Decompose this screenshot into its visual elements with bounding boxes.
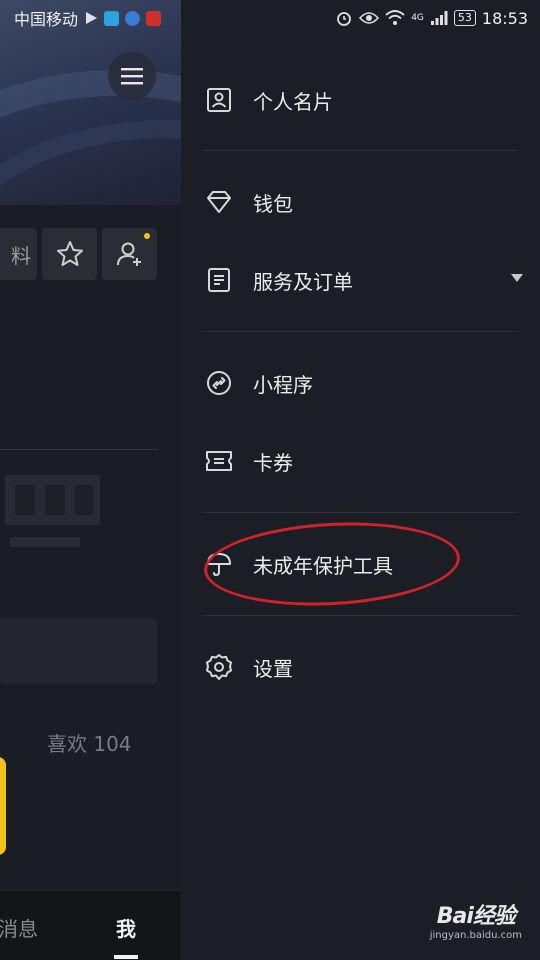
content-card[interactable] bbox=[0, 618, 157, 684]
add-user-icon bbox=[116, 242, 141, 266]
nav-me[interactable]: 我 bbox=[116, 913, 136, 942]
drawer-item-settings[interactable]: 设置 bbox=[203, 637, 523, 697]
huawei-icon bbox=[146, 10, 162, 26]
bottom-navigation: 消息 我 bbox=[0, 890, 181, 960]
divider bbox=[0, 449, 158, 450]
drawer-item-mini-programs[interactable]: 小程序 bbox=[203, 353, 523, 413]
status-bar: 中国移动 4G 53 18:53 bbox=[0, 0, 540, 36]
diamond-wallet-icon bbox=[203, 186, 235, 218]
divider bbox=[203, 615, 517, 616]
drawer-item-business-card[interactable]: 个人名片 bbox=[203, 70, 523, 130]
play-icon bbox=[86, 12, 98, 24]
nav-messages[interactable]: 消息 bbox=[0, 913, 38, 942]
star-icon bbox=[56, 241, 83, 266]
floating-yellow-tab[interactable] bbox=[0, 757, 6, 855]
menu-button[interactable] bbox=[108, 52, 156, 100]
link-icon bbox=[203, 367, 235, 399]
profile-page-background: 料 喜欢 104 消息 我 bbox=[0, 0, 181, 960]
gear-icon bbox=[203, 651, 235, 683]
drawer-item-label: 服务及订单 bbox=[253, 269, 353, 294]
divider bbox=[203, 512, 517, 513]
baidu-jingyan-watermark: Bai经验 jingyan.baidu.com bbox=[430, 898, 522, 941]
favorites-button[interactable] bbox=[42, 228, 97, 280]
dimmed-logo-graphic bbox=[5, 475, 100, 547]
wifi-icon bbox=[385, 10, 405, 25]
edit-profile-label: 料 bbox=[11, 243, 31, 268]
hamburger-icon bbox=[121, 68, 143, 85]
carrier-name: 中国移动 bbox=[14, 10, 79, 29]
clock: 18:53 bbox=[481, 8, 528, 28]
drawer-item-label: 设置 bbox=[253, 656, 293, 681]
order-list-icon bbox=[203, 264, 235, 296]
eye-icon bbox=[359, 12, 380, 24]
drawer-item-label: 个人名片 bbox=[253, 89, 333, 114]
browser-icon bbox=[125, 10, 141, 26]
signal-icon bbox=[430, 11, 448, 25]
drawer-item-label: 小程序 bbox=[253, 372, 313, 397]
watermark-brand: Bai经验 bbox=[436, 904, 516, 929]
drawer-item-coupons[interactable]: 卡券 bbox=[203, 431, 523, 491]
network-type-badge: 4G bbox=[411, 13, 424, 23]
nav-active-indicator bbox=[114, 955, 138, 959]
drawer-item-label: 钱包 bbox=[253, 191, 293, 216]
likes-tab[interactable]: 喜欢 104 bbox=[47, 728, 132, 757]
drawer-item-label: 卡券 bbox=[253, 450, 293, 475]
add-friend-button[interactable] bbox=[102, 228, 157, 280]
watermark-url: jingyan.baidu.com bbox=[429, 930, 522, 941]
divider bbox=[203, 150, 517, 151]
edit-profile-button[interactable]: 料 bbox=[0, 228, 37, 280]
telegram-icon bbox=[104, 10, 120, 26]
chevron-down-icon[interactable] bbox=[511, 274, 523, 282]
divider bbox=[203, 331, 517, 332]
drawer-item-wallet[interactable]: 钱包 bbox=[203, 172, 523, 232]
side-drawer: 个人名片 钱包 服务及订单 小程序 卡券 未成年保护工具 设置 bbox=[181, 0, 540, 960]
alarm-icon bbox=[337, 12, 352, 26]
drawer-item-services-orders[interactable]: 服务及订单 bbox=[203, 250, 523, 310]
contact-card-icon bbox=[203, 84, 235, 116]
ticket-icon bbox=[203, 445, 235, 477]
notification-dot bbox=[144, 233, 150, 239]
battery-indicator: 53 bbox=[453, 10, 476, 26]
